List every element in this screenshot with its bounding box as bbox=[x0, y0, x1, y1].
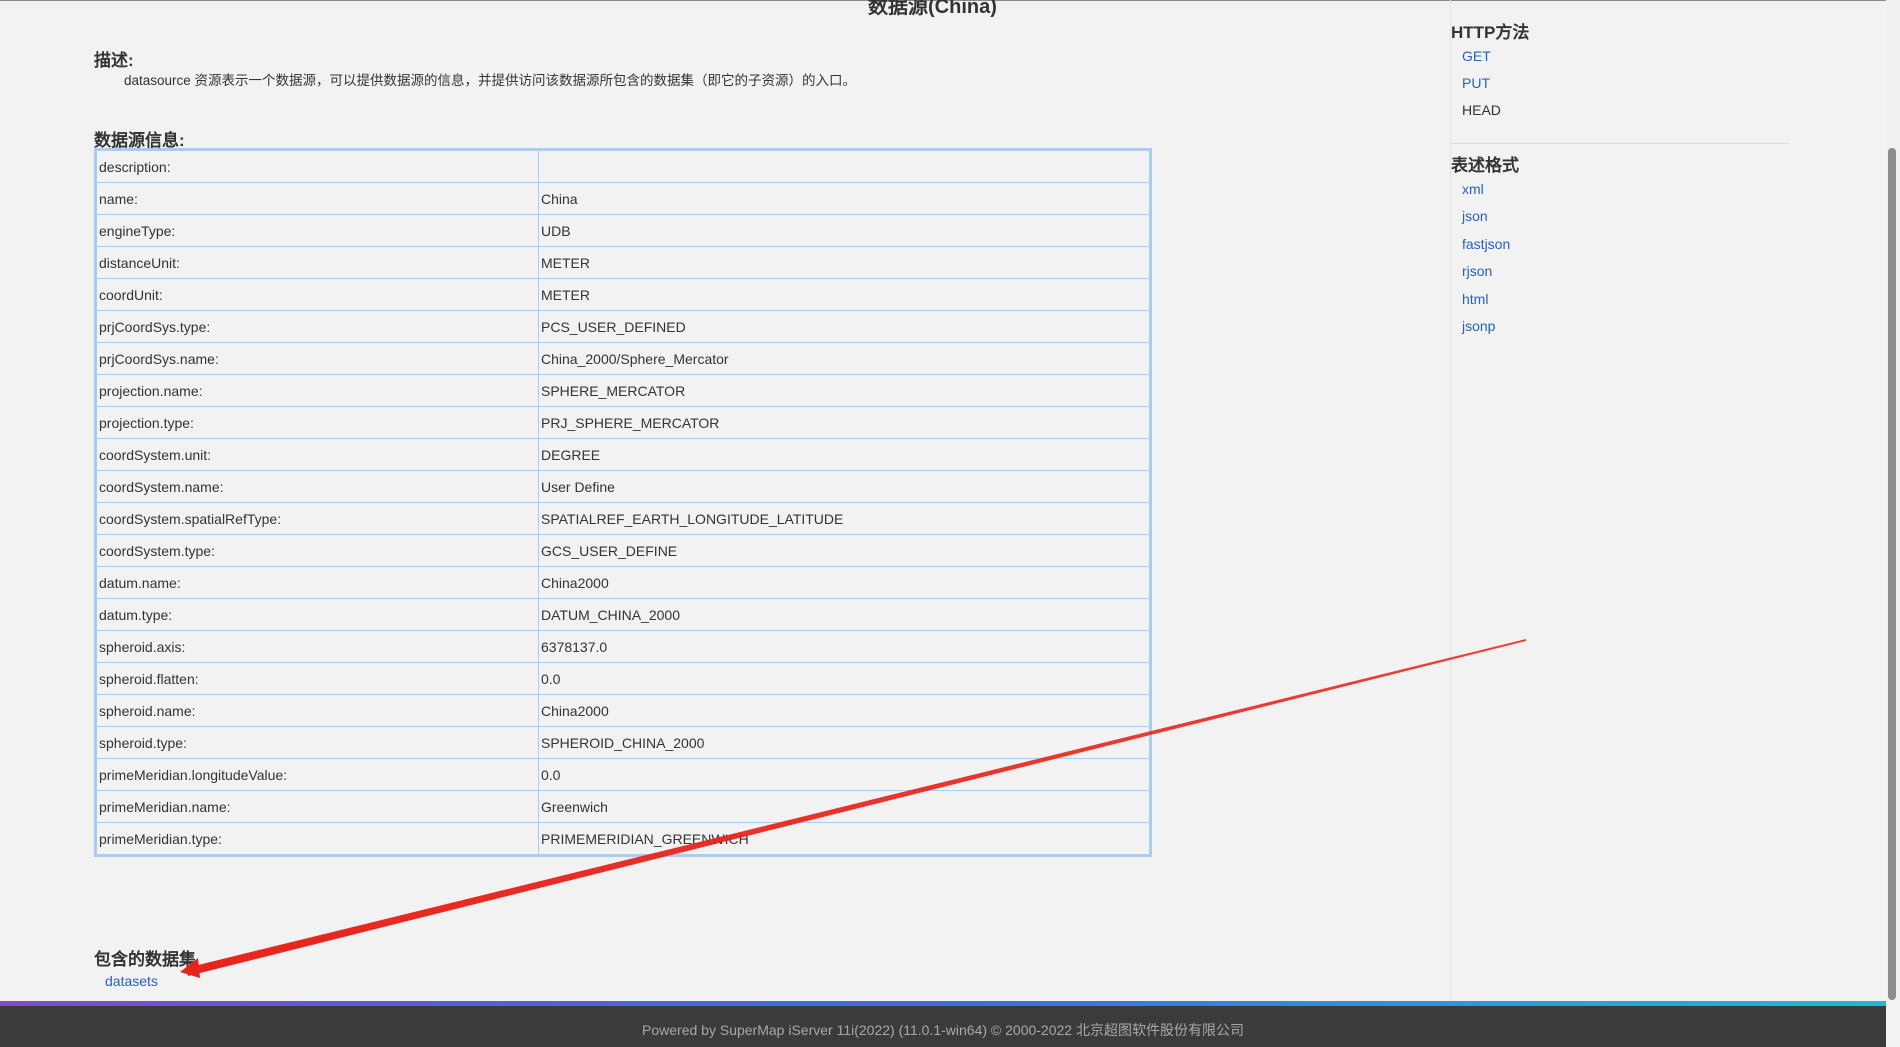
scrollbar-thumb[interactable] bbox=[1888, 148, 1896, 1000]
info-table-row: coordSystem.unit: DEGREE bbox=[95, 438, 1151, 471]
info-value-cell: GCS_USER_DEFINE bbox=[538, 534, 1151, 567]
info-key-cell: coordSystem.unit: bbox=[95, 438, 539, 471]
info-table-row: datum.name: China2000 bbox=[95, 566, 1151, 599]
info-value-cell: 6378137.0 bbox=[538, 630, 1151, 663]
info-table-row: projection.name: SPHERE_MERCATOR bbox=[95, 374, 1151, 407]
info-value-cell: PCS_USER_DEFINED bbox=[538, 310, 1151, 343]
info-table-row: coordSystem.type: GCS_USER_DEFINE bbox=[95, 534, 1151, 567]
info-value-cell: 0.0 bbox=[538, 758, 1151, 791]
info-key-cell: coordSystem.spatialRefType: bbox=[95, 502, 539, 535]
info-value-cell: METER bbox=[538, 246, 1151, 279]
info-value-cell: PRIMEMERIDIAN_GREENWICH bbox=[538, 822, 1151, 856]
info-key-cell: coordUnit: bbox=[95, 278, 539, 311]
description-text: datasource 资源表示一个数据源，可以提供数据源的信息，并提供访问该数据… bbox=[124, 73, 857, 88]
page: 数据源(China) 描述: datasource 资源表示一个数据源，可以提供… bbox=[0, 0, 1900, 1047]
info-table-row: spheroid.type: SPHEROID_CHINA_2000 bbox=[95, 726, 1151, 759]
info-key-cell: description: bbox=[95, 149, 539, 183]
info-table-row: datum.type: DATUM_CHINA_2000 bbox=[95, 598, 1151, 631]
info-key-cell: engineType: bbox=[95, 214, 539, 247]
info-value-cell: SPHERE_MERCATOR bbox=[538, 374, 1151, 407]
info-table-row: projection.type: PRJ_SPHERE_MERCATOR bbox=[95, 406, 1151, 439]
http-method-get-link[interactable]: GET bbox=[1462, 48, 1491, 64]
info-key-cell: spheroid.axis: bbox=[95, 630, 539, 663]
info-key-cell: primeMeridian.type: bbox=[95, 822, 539, 856]
info-key-cell: primeMeridian.name: bbox=[95, 790, 539, 823]
info-table-row: distanceUnit: METER bbox=[95, 246, 1151, 279]
info-value-cell: DEGREE bbox=[538, 438, 1151, 471]
info-key-cell: spheroid.flatten: bbox=[95, 662, 539, 695]
info-table-row: spheroid.flatten: 0.0 bbox=[95, 662, 1151, 695]
info-value-cell: 0.0 bbox=[538, 662, 1151, 695]
info-value-cell: PRJ_SPHERE_MERCATOR bbox=[538, 406, 1151, 439]
info-value-cell: China2000 bbox=[538, 694, 1151, 727]
format-rjson-link[interactable]: rjson bbox=[1462, 263, 1492, 279]
http-method-put-link[interactable]: PUT bbox=[1462, 75, 1490, 91]
info-table-row: coordSystem.name: User Define bbox=[95, 470, 1151, 503]
info-key-cell: prjCoordSys.type: bbox=[95, 310, 539, 343]
info-key-cell: name: bbox=[95, 182, 539, 215]
datasets-link[interactable]: datasets bbox=[105, 973, 158, 989]
info-key-cell: spheroid.name: bbox=[95, 694, 539, 727]
info-table-row: primeMeridian.longitudeValue: 0.0 bbox=[95, 758, 1151, 791]
info-value-cell: User Define bbox=[538, 470, 1151, 503]
footer-text: Powered by SuperMap iServer 11i(2022) (1… bbox=[642, 1022, 1244, 1038]
info-table-row: prjCoordSys.name: China_2000/Sphere_Merca… bbox=[95, 342, 1151, 375]
info-value-cell: DATUM_CHINA_2000 bbox=[538, 598, 1151, 631]
format-xml-link[interactable]: xml bbox=[1462, 181, 1484, 197]
info-key-cell: primeMeridian.longitudeValue: bbox=[95, 758, 539, 791]
info-key-cell: projection.type: bbox=[95, 406, 539, 439]
format-jsonp-link[interactable]: jsonp bbox=[1462, 318, 1495, 334]
info-value-cell: SPATIALREF_EARTH_LONGITUDE_LATITUDE bbox=[538, 502, 1151, 535]
info-value-cell: SPHEROID_CHINA_2000 bbox=[538, 726, 1151, 759]
info-key-cell: projection.name: bbox=[95, 374, 539, 407]
http-method-head-label: HEAD bbox=[1462, 102, 1501, 118]
info-value-cell: China_2000/Sphere_Mercator bbox=[538, 342, 1151, 375]
info-value-cell: UDB bbox=[538, 214, 1151, 247]
info-table-row: coordUnit: METER bbox=[95, 278, 1151, 311]
info-table-row: prjCoordSys.type: PCS_USER_DEFINED bbox=[95, 310, 1151, 343]
info-table-row: coordSystem.spatialRefType: SPATIALREF_EA… bbox=[95, 502, 1151, 535]
info-value-cell: China2000 bbox=[538, 566, 1151, 599]
formats-heading: 表述格式 bbox=[1451, 156, 1519, 175]
info-key-cell: prjCoordSys.name: bbox=[95, 342, 539, 375]
http-methods-heading: HTTP方法 bbox=[1451, 23, 1530, 42]
datasets-heading: 包含的数据集 bbox=[94, 950, 196, 969]
info-value-cell: China bbox=[538, 182, 1151, 215]
info-value-cell bbox=[538, 149, 1151, 183]
datasource-info-table: description: name: China engineType: UDB dist… bbox=[94, 148, 1152, 857]
info-table-row: name: China bbox=[95, 182, 1151, 215]
format-fastjson-link[interactable]: fastjson bbox=[1462, 236, 1510, 252]
info-key-cell: coordSystem.type: bbox=[95, 534, 539, 567]
info-key-cell: datum.name: bbox=[95, 566, 539, 599]
info-key-cell: datum.type: bbox=[95, 598, 539, 631]
format-json-link[interactable]: json bbox=[1462, 208, 1488, 224]
info-key-cell: distanceUnit: bbox=[95, 246, 539, 279]
description-heading: 描述: bbox=[94, 51, 134, 70]
sidebar-divider bbox=[1451, 143, 1789, 144]
info-value-cell: Greenwich bbox=[538, 790, 1151, 823]
info-table-row: primeMeridian.name: Greenwich bbox=[95, 790, 1151, 823]
info-table-row: primeMeridian.type: PRIMEMERIDIAN_GREENWI… bbox=[95, 822, 1151, 856]
page-title: 数据源(China) bbox=[868, 0, 997, 18]
info-table-row: spheroid.axis: 6378137.0 bbox=[95, 630, 1151, 663]
info-table-row: description: bbox=[95, 149, 1151, 183]
format-html-link[interactable]: html bbox=[1462, 291, 1488, 307]
info-table-row: engineType: UDB bbox=[95, 214, 1151, 247]
info-value-cell: METER bbox=[538, 278, 1151, 311]
info-key-cell: spheroid.type: bbox=[95, 726, 539, 759]
info-key-cell: coordSystem.name: bbox=[95, 470, 539, 503]
info-table-row: spheroid.name: China2000 bbox=[95, 694, 1151, 727]
